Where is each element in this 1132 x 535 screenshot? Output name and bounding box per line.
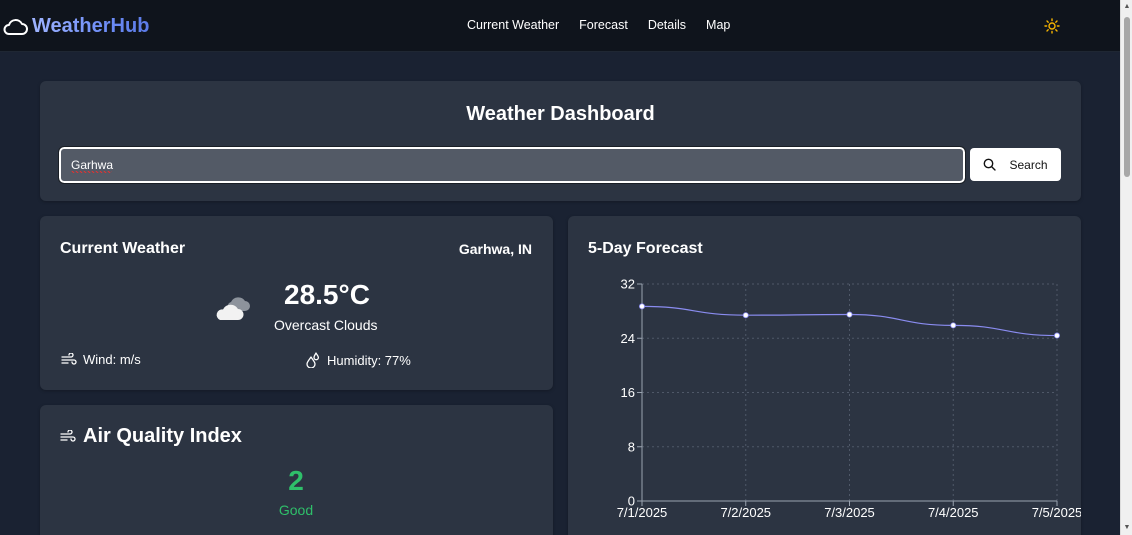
humidity-metric: Humidity: 77% — [305, 352, 411, 368]
overcast-clouds-icon — [216, 297, 250, 320]
scroll-thumb[interactable] — [1124, 17, 1130, 177]
brand[interactable]: WeatherHub — [2, 13, 149, 39]
aqi-value: 2 — [288, 465, 304, 496]
nav-current-weather[interactable]: Current Weather — [467, 18, 559, 32]
aqi-label: Good — [278, 502, 314, 518]
brand-name: WeatherHub — [32, 14, 150, 37]
page-title: Weather Dashboard — [466, 103, 655, 125]
nav-links: Current Weather Forecast Details Map — [467, 18, 750, 32]
y-tick-label: 24 — [621, 331, 635, 346]
search-icon — [984, 158, 997, 171]
city-search-input[interactable] — [58, 146, 966, 184]
forecast-card: 5-Day Forecast 0 8 16 24 32 7/1/2025 7/2/2025 7… — [568, 216, 1081, 535]
search-button[interactable]: Search — [970, 148, 1061, 181]
wind-icon — [60, 429, 76, 442]
x-tick-label: 7/1/2025 — [617, 505, 668, 520]
dashboard-card: Weather Dashboard Search — [40, 81, 1081, 201]
y-tick-label: 32 — [621, 277, 635, 292]
nav-map[interactable]: Map — [706, 18, 730, 32]
droplets-icon — [306, 352, 320, 368]
weather-description: Overcast Clouds — [274, 317, 378, 333]
current-weather-card: Current Weather Garhwa, IN 28.5°C Overca… — [40, 216, 553, 390]
humidity-label: Humidity: 77% — [327, 352, 411, 368]
theme-toggle-button[interactable] — [1044, 18, 1060, 34]
y-tick-label: 8 — [628, 439, 635, 454]
search-button-label: Search — [1009, 157, 1048, 172]
data-point — [742, 312, 749, 319]
data-point — [950, 322, 957, 329]
wind-label: Wind: m/s — [83, 352, 141, 367]
data-point — [639, 303, 646, 310]
navbar: WeatherHub Current Weather Forecast Deta… — [0, 0, 1120, 52]
air-quality-title-text: Air Quality Index — [83, 425, 242, 447]
x-tick-label: 7/4/2025 — [928, 505, 979, 520]
cloud-icon — [3, 19, 28, 35]
y-tick-label: 16 — [621, 385, 635, 400]
x-tick-label: 7/3/2025 — [824, 505, 875, 520]
sun-icon — [1044, 18, 1060, 34]
x-tick-label: 7/2/2025 — [720, 505, 771, 520]
spellcheck-underline — [71, 171, 112, 173]
location-label: Garhwa, IN — [458, 241, 532, 257]
air-quality-card: Air Quality Index 2 Good — [40, 405, 553, 535]
wind-metric: Wind: m/s — [61, 352, 141, 367]
data-point — [846, 311, 853, 318]
scroll-up-arrow-icon[interactable]: ▲ — [1123, 3, 1131, 11]
nav-details[interactable]: Details — [648, 18, 686, 32]
wind-icon — [61, 352, 77, 365]
x-tick-label: 7/5/2025 — [1032, 505, 1081, 520]
air-quality-title: Air Quality Index — [60, 425, 242, 448]
forecast-line-chart: 081624327/1/2025 7/2/2025 7/3/2025 7/4/2025… — [617, 277, 1081, 521]
current-weather-title: Current Weather — [60, 240, 186, 257]
nav-forecast[interactable]: Forecast — [579, 18, 628, 32]
scroll-down-arrow-icon[interactable]: ▼ — [1123, 524, 1131, 532]
temperature-value: 28.5°C — [284, 279, 370, 310]
page-scrollbar[interactable]: ▲ ▼ — [1120, 0, 1132, 535]
data-point — [1053, 332, 1060, 339]
